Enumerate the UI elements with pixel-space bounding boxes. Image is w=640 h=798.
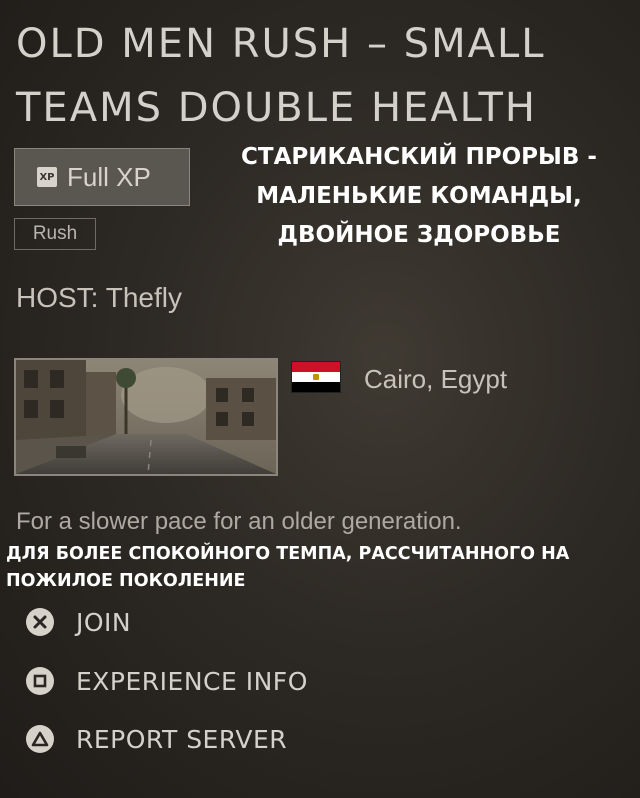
experience-info-label: EXPERIENCE INFO (76, 666, 308, 696)
full-xp-tag: XP Full XP (14, 148, 190, 206)
server-location: Cairo, Egypt (364, 364, 508, 394)
mode-tag: Rush (14, 218, 96, 250)
server-title-line-1: OLD MEN RUSH – SMALL (16, 21, 546, 67)
full-xp-label: Full XP (67, 161, 151, 192)
map-thumbnail (14, 358, 278, 476)
report-server-label: REPORT SERVER (76, 724, 288, 754)
translated-description: ДЛЯ БОЛЕЕ СПОКОЙНОГО ТЕМПА, РАССЧИТАННОГ… (6, 544, 570, 591)
report-server-button[interactable]: REPORT SERVER (26, 719, 287, 759)
triangle-button-icon (26, 725, 54, 753)
egypt-flag-icon (292, 362, 340, 392)
join-button[interactable]: JOIN (26, 602, 131, 642)
join-label: JOIN (76, 607, 132, 637)
server-title-line-2: TEAMS DOUBLE HEALTH (16, 85, 537, 131)
translated-title: СТАРИКАНСКИЙ ПРОРЫВ - МАЛЕНЬКИЕ КОМАНДЫ,… (241, 144, 597, 248)
server-title: OLD MEN RUSH – SMALL TEAMS DOUBLE HEALTH (16, 12, 626, 140)
xp-icon: XP (37, 167, 57, 187)
host-label: HOST: Thefly (16, 282, 182, 313)
square-button-icon (26, 667, 54, 695)
experience-info-button[interactable]: EXPERIENCE INFO (26, 661, 308, 701)
cross-button-icon (26, 608, 54, 636)
server-description: For a slower pace for an older generatio… (16, 508, 462, 535)
map-preview-image (16, 360, 276, 474)
